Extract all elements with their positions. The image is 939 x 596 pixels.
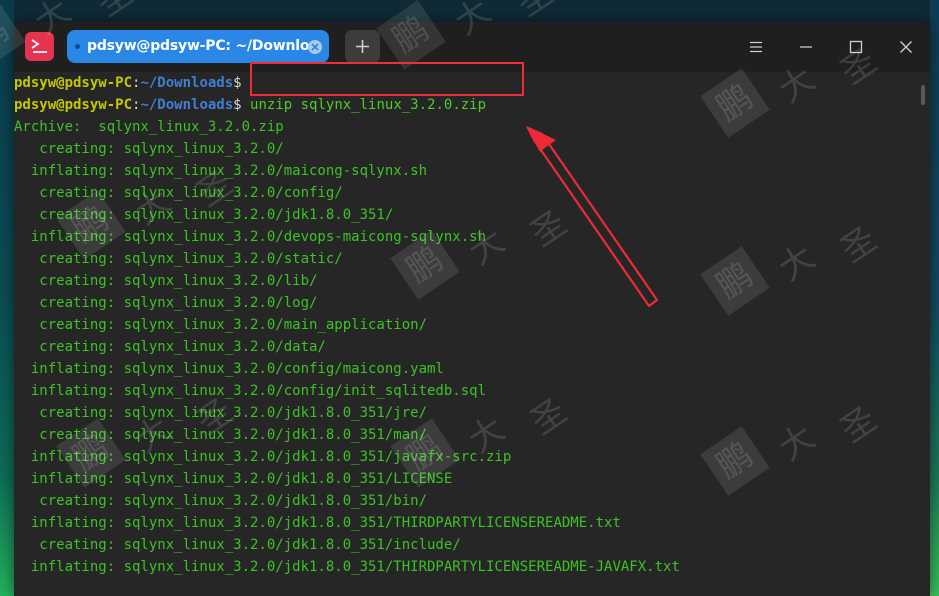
output-line: inflating: sqlynx_linux_3.2.0/jdk1.8.0_3… xyxy=(14,449,512,465)
tab-title: pdsyw@pdsyw-PC: ~/Downloads xyxy=(87,38,309,54)
terminal-output-area[interactable]: pdsyw@pdsyw-PC:~/Downloads$ pdsyw@pdsyw-… xyxy=(14,72,930,596)
terminal-app-icon[interactable] xyxy=(25,32,54,61)
desktop-background-right xyxy=(930,0,939,596)
output-line: creating: sqlynx_linux_3.2.0/jdk1.8.0_35… xyxy=(14,427,428,443)
title-bar: pdsyw@pdsyw-PC: ~/Downloads xyxy=(14,22,930,72)
output-line: inflating: sqlynx_linux_3.2.0/maicong-sq… xyxy=(14,163,428,179)
output-line: creating: sqlynx_linux_3.2.0/jdk1.8.0_35… xyxy=(14,405,428,421)
desktop-background-left xyxy=(0,0,14,596)
minimize-icon[interactable] xyxy=(798,39,814,55)
output-line: creating: sqlynx_linux_3.2.0/lib/ xyxy=(14,273,318,289)
output-line: inflating: sqlynx_linux_3.2.0/config/ini… xyxy=(14,383,487,399)
output-line: inflating: sqlynx_linux_3.2.0/jdk1.8.0_3… xyxy=(14,471,453,487)
output-line: creating: sqlynx_linux_3.2.0/data/ xyxy=(14,339,326,355)
output-line: creating: sqlynx_linux_3.2.0/jdk1.8.0_35… xyxy=(14,207,394,223)
prompt-path: ~/Downloads xyxy=(140,97,234,113)
terminal-window: pdsyw@pdsyw-PC: ~/Downloads xyxy=(14,22,930,596)
output-line: creating: sqlynx_linux_3.2.0/log/ xyxy=(14,295,318,311)
prompt-path: ~/Downloads xyxy=(140,75,234,91)
new-tab-button[interactable] xyxy=(345,30,380,63)
output-line: inflating: sqlynx_linux_3.2.0/devops-mai… xyxy=(14,229,487,245)
prompt-user: pdsyw@pdsyw-PC xyxy=(14,75,133,91)
output-line: creating: sqlynx_linux_3.2.0/static/ xyxy=(14,251,343,267)
output-line: creating: sqlynx_linux_3.2.0/ xyxy=(14,141,284,157)
output-line: inflating: sqlynx_linux_3.2.0/config/mai… xyxy=(14,361,444,377)
output-line: inflating: sqlynx_linux_3.2.0/jdk1.8.0_3… xyxy=(14,559,680,575)
output-line: Archive: sqlynx_linux_3.2.0.zip xyxy=(14,119,284,135)
scrollbar-thumb[interactable] xyxy=(921,85,925,105)
tab-active[interactable]: pdsyw@pdsyw-PC: ~/Downloads xyxy=(67,30,329,63)
maximize-icon[interactable] xyxy=(848,39,864,55)
output-line: inflating: sqlynx_linux_3.2.0/jdk1.8.0_3… xyxy=(14,515,621,531)
output-line: creating: sqlynx_linux_3.2.0/jdk1.8.0_35… xyxy=(14,537,461,553)
prompt-user: pdsyw@pdsyw-PC xyxy=(14,97,133,113)
output-line: creating: sqlynx_linux_3.2.0/main_applic… xyxy=(14,317,428,333)
hamburger-menu-icon[interactable] xyxy=(748,39,764,55)
output-line: creating: sqlynx_linux_3.2.0/config/ xyxy=(14,185,343,201)
prompt-symbol: $ xyxy=(233,97,242,113)
close-icon[interactable] xyxy=(898,39,914,55)
prompt-line-command: pdsyw@pdsyw-PC:~/Downloads$ unzip sqlynx… xyxy=(14,94,486,116)
output-line: creating: sqlynx_linux_3.2.0/jdk1.8.0_35… xyxy=(14,493,428,509)
unzip-command: unzip sqlynx_linux_3.2.0.zip xyxy=(241,97,487,113)
plus-icon xyxy=(356,40,369,53)
prompt-symbol: $ xyxy=(233,75,242,91)
prompt-line: pdsyw@pdsyw-PC:~/Downloads$ xyxy=(14,72,242,94)
close-circle-icon[interactable] xyxy=(308,40,322,54)
tab-indicator-dot xyxy=(75,44,80,49)
